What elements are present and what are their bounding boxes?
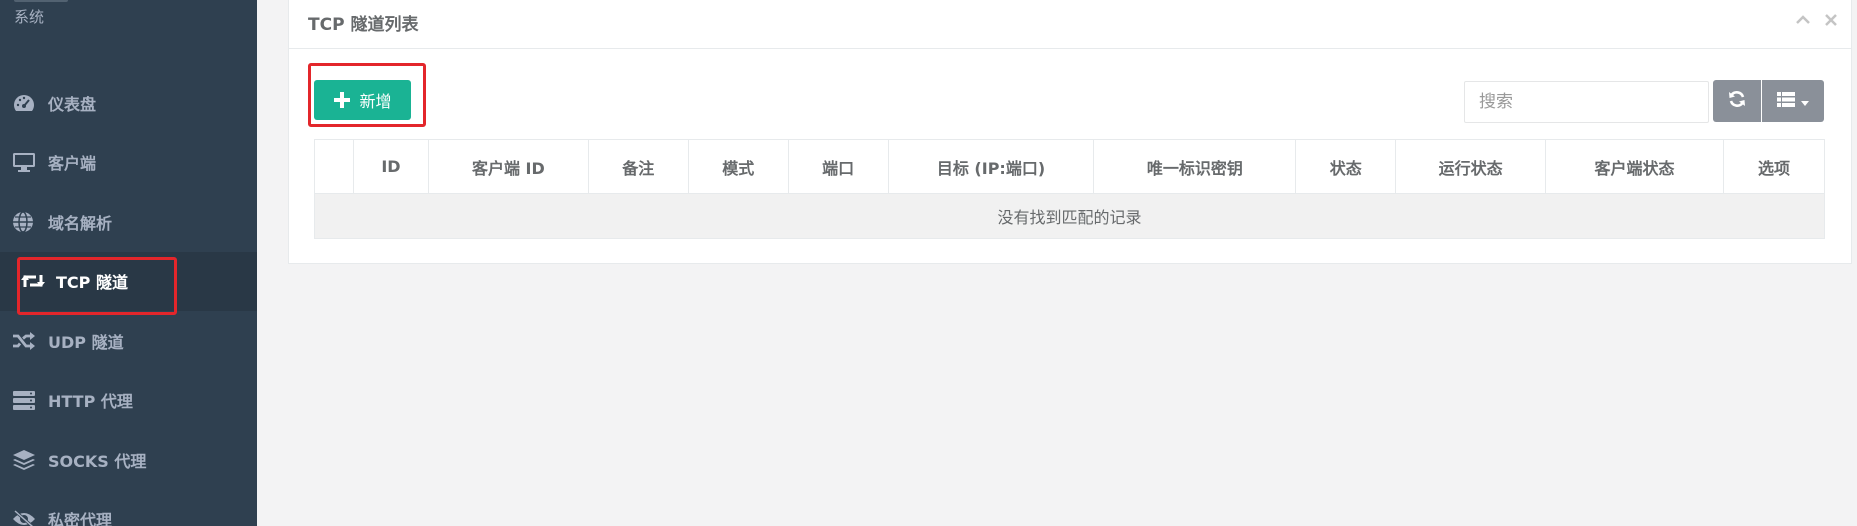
column-header-remark[interactable]: 备注 (587, 139, 689, 194)
sidebar: 系统 仪表盘 客户端 域名解析 TCP 隧道 UDP 隧道 HTTP 代理 SO… (0, 0, 257, 526)
sidebar-item-label: 私密代理 (48, 511, 113, 526)
tunnel-table: ID 客户端 ID 备注 模式 端口 目标 (IP:端口) 唯一标识密钥 状态 … (314, 139, 1826, 239)
sidebar-item-dashboard[interactable]: 仪表盘 (0, 73, 257, 133)
brand-subtitle: 系统 (14, 8, 45, 26)
desktop-icon (12, 151, 40, 173)
empty-table-message: 没有找到匹配的记录 (314, 193, 1825, 239)
columns-toggle-button[interactable] (1762, 80, 1824, 122)
random-icon (12, 330, 40, 352)
sidebar-item-label: 客户端 (48, 154, 97, 174)
sidebar-item-label: TCP 隧道 (56, 273, 128, 293)
refresh-icon (1728, 90, 1746, 112)
search-input[interactable] (1464, 81, 1709, 123)
sidebar-item-private-proxy[interactable]: 私密代理 (0, 490, 257, 526)
sidebar-item-http-proxy[interactable]: HTTP 代理 (0, 371, 257, 431)
list-icon (1777, 91, 1795, 111)
column-header-mode[interactable]: 模式 (687, 139, 789, 194)
column-header-port[interactable]: 端口 (787, 139, 889, 194)
globe-icon (12, 211, 40, 233)
sidebar-item-label: HTTP 代理 (48, 392, 133, 412)
eye-slash-icon (12, 508, 40, 526)
sidebar-item-label: SOCKS 代理 (48, 451, 147, 471)
add-button-label: 新增 (359, 92, 392, 111)
retweet-icon (20, 270, 48, 292)
dashboard-icon (12, 92, 40, 114)
column-header-checkbox[interactable] (314, 139, 354, 194)
layers-icon (12, 449, 40, 471)
refresh-button[interactable] (1713, 80, 1761, 122)
server-icon (12, 389, 40, 411)
sidebar-item-tcp-tunnel[interactable]: TCP 隧道 (0, 251, 257, 311)
sidebar-item-label: UDP 隧道 (48, 332, 124, 352)
close-icon[interactable] (1823, 11, 1839, 29)
sidebar-item-dns[interactable]: 域名解析 (0, 192, 257, 252)
column-header-options[interactable]: 选项 (1722, 139, 1826, 194)
add-button[interactable]: 新增 (314, 80, 411, 120)
column-header-client-status[interactable]: 客户端状态 (1545, 139, 1724, 194)
sidebar-nav: 仪表盘 客户端 域名解析 TCP 隧道 UDP 隧道 HTTP 代理 SOCKS… (0, 73, 257, 526)
chevron-up-icon[interactable] (1795, 11, 1811, 29)
column-header-status[interactable]: 状态 (1295, 139, 1397, 194)
column-header-unique-key[interactable]: 唯一标识密钥 (1093, 139, 1297, 194)
panel-tools (1795, 11, 1839, 29)
column-header-target[interactable]: 目标 (IP:端口) (887, 139, 1095, 194)
sidebar-item-label: 域名解析 (48, 213, 113, 233)
plus-icon (333, 91, 351, 109)
sidebar-item-label: 仪表盘 (48, 94, 97, 114)
panel-header: TCP 隧道列表 (289, 0, 1851, 49)
column-header-id[interactable]: ID (352, 139, 429, 194)
column-header-run-status[interactable]: 运行状态 (1395, 139, 1547, 194)
table-row: 没有找到匹配的记录 (314, 193, 1825, 239)
column-header-client-id[interactable]: 客户端 ID (427, 139, 589, 194)
caret-down-icon (1801, 92, 1809, 110)
tcp-tunnel-panel: TCP 隧道列表 新增 搜索 ID 客户端 ID 备注 模式 端口 目标 (IP… (288, 0, 1852, 264)
sidebar-item-udp-tunnel[interactable]: UDP 隧道 (0, 311, 257, 371)
toolbar-buttons (1713, 80, 1824, 122)
page-title: TCP 隧道列表 (308, 15, 419, 35)
sidebar-item-socks-proxy[interactable]: SOCKS 代理 (0, 430, 257, 490)
sidebar-item-clients[interactable]: 客户端 (0, 133, 257, 193)
brand-title-partial (14, 0, 68, 2)
table-header-row: ID 客户端 ID 备注 模式 端口 目标 (IP:端口) 唯一标识密钥 状态 … (314, 139, 1826, 194)
